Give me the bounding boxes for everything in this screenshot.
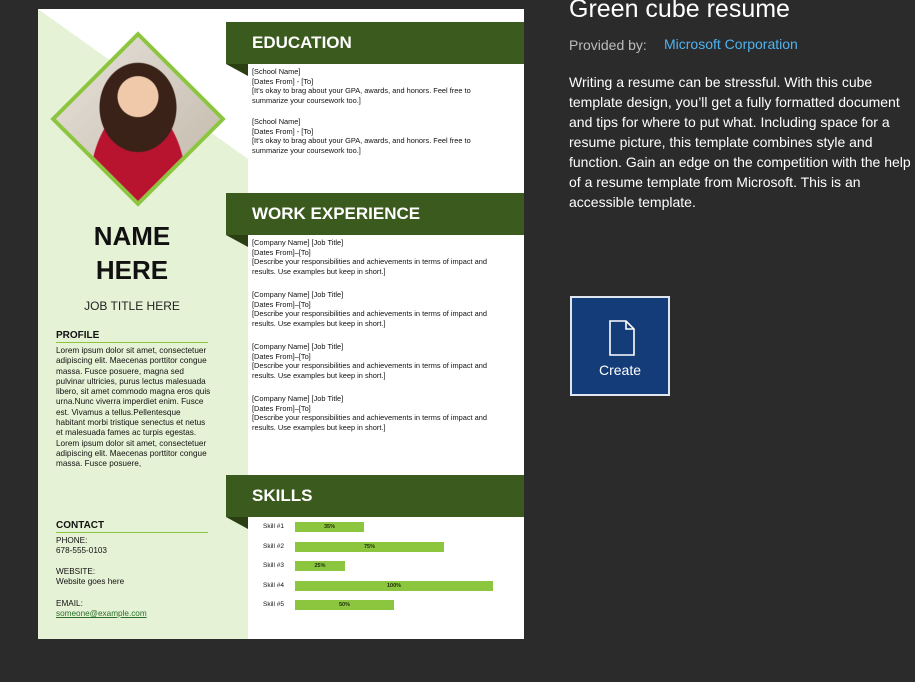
- template-title: Green cube resume: [569, 0, 790, 23]
- phone-value: 678-555-0103: [56, 546, 107, 555]
- provider-link[interactable]: Microsoft Corporation: [664, 36, 798, 52]
- work-dates: [Dates From]–[To]: [252, 299, 311, 309]
- school-desc: [It’s okay to brag about your GPA, award…: [252, 86, 471, 105]
- work-desc: [Describe your responsibilities and achi…: [252, 361, 487, 380]
- work-dates: [Dates From]–[To]: [252, 247, 311, 257]
- company-title: [Company Name] [Job Title]: [252, 238, 344, 247]
- skill-row: Skill #2 75%: [263, 541, 493, 552]
- work-dates: [Dates From]–[To]: [252, 403, 311, 413]
- skill-bar: 100%: [295, 580, 493, 591]
- contact-heading: CONTACT: [56, 520, 208, 533]
- website-value: Website goes here: [56, 577, 125, 586]
- skill-bar: 75%: [295, 541, 444, 552]
- school-name: [School Name]: [252, 67, 301, 76]
- skill-bar: 50%: [295, 600, 394, 610]
- skill-row: Skill #4 100%: [263, 580, 493, 591]
- skill-bar: 35%: [295, 522, 364, 532]
- profile-heading: PROFILE: [56, 330, 208, 343]
- school-dates: [Dates From] - [To]: [252, 126, 314, 136]
- name-line-2: HERE: [95, 255, 169, 285]
- skill-bar: 25%: [295, 561, 345, 571]
- profile-text: Lorem ipsum dolor sit amet, consectetuer…: [56, 346, 211, 469]
- education-heading: EDUCATION: [226, 22, 524, 64]
- skill-row: Skill #1 35%: [263, 522, 493, 532]
- skill-label: Skill #3: [263, 562, 284, 569]
- create-label: Create: [598, 362, 642, 378]
- work-entry: [Company Name] [Job Title] [Dates From]–…: [252, 342, 507, 380]
- job-title: JOB TITLE HERE: [84, 299, 180, 313]
- name-line-1: NAME: [93, 221, 171, 251]
- school-name: [School Name]: [252, 117, 301, 126]
- template-preview[interactable]: NAME HERE JOB TITLE HERE PROFILE Lorem i…: [38, 9, 524, 639]
- template-description: Writing a resume can be stressful. With …: [569, 74, 911, 210]
- work-desc: [Describe your responsibilities and achi…: [252, 309, 487, 328]
- school-desc: [It’s okay to brag about your GPA, award…: [252, 136, 471, 155]
- work-entry: [Company Name] [Job Title] [Dates From]–…: [252, 394, 507, 432]
- skill-row: Skill #3 25%: [263, 561, 493, 571]
- work-dates: [Dates From]–[To]: [252, 351, 311, 361]
- work-heading: WORK EXPERIENCE: [226, 193, 524, 235]
- skill-label: Skill #1: [263, 523, 284, 530]
- work-desc: [Describe your responsibilities and achi…: [252, 257, 487, 276]
- document-icon: [609, 320, 635, 356]
- skill-label: Skill #2: [263, 542, 284, 550]
- create-button[interactable]: Create: [570, 296, 670, 396]
- skill-label: Skill #4: [263, 581, 284, 589]
- phone-label: PHONE:: [56, 536, 88, 545]
- work-desc: [Describe your responsibilities and achi…: [252, 413, 487, 432]
- education-entry: [School Name] [Dates From] - [To] [It’s …: [252, 117, 507, 155]
- company-title: [Company Name] [Job Title]: [252, 394, 344, 403]
- email-link: someone@example.com: [56, 609, 147, 618]
- skill-row: Skill #5 50%: [263, 600, 493, 610]
- education-entry: [School Name] [Dates From] - [To] [It’s …: [252, 67, 507, 105]
- resume-name: NAME HERE: [38, 219, 226, 287]
- work-entry: [Company Name] [Job Title] [Dates From]–…: [252, 238, 507, 276]
- skill-label: Skill #5: [263, 601, 284, 608]
- skills-heading: SKILLS: [226, 475, 524, 517]
- website-label: WEBSITE:: [56, 567, 96, 576]
- work-entry: [Company Name] [Job Title] [Dates From]–…: [252, 290, 507, 328]
- email-label: EMAIL:: [56, 599, 83, 608]
- school-dates: [Dates From] - [To]: [252, 76, 314, 86]
- company-title: [Company Name] [Job Title]: [252, 290, 344, 299]
- company-title: [Company Name] [Job Title]: [252, 342, 344, 351]
- provided-by-label: Provided by:: [569, 37, 647, 53]
